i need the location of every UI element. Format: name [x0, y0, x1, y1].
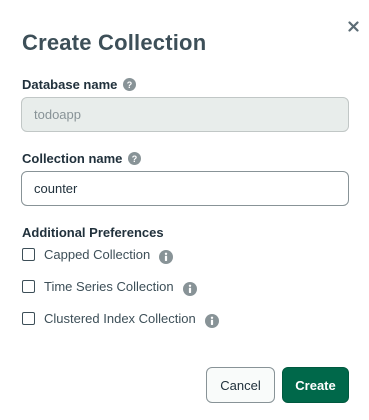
info-icon[interactable] [204, 313, 219, 328]
time-series-collection-label[interactable]: Time Series Collection [44, 279, 174, 294]
capped-collection-checkbox[interactable] [22, 248, 35, 261]
database-name-label: Database name [22, 77, 118, 92]
capped-collection-option[interactable]: Capped Collection [22, 247, 174, 264]
svg-text:?: ? [132, 154, 138, 164]
clustered-index-collection-checkbox[interactable] [22, 312, 35, 325]
help-icon[interactable]: ? [128, 152, 142, 165]
close-icon [347, 20, 359, 32]
collection-name-label-row: Collection name ? [22, 151, 142, 166]
help-icon[interactable]: ? [123, 78, 137, 91]
dialog-title: Create Collection [22, 30, 207, 55]
create-collection-dialog: Create Collection Database name ? Collec… [0, 0, 369, 420]
database-name-label-row: Database name ? [22, 77, 137, 92]
clustered-index-collection-label[interactable]: Clustered Index Collection [44, 311, 196, 326]
capped-collection-label[interactable]: Capped Collection [44, 247, 150, 262]
info-icon[interactable] [182, 281, 197, 296]
collection-name-input[interactable] [21, 171, 349, 206]
additional-preferences-heading: Additional Preferences [22, 225, 164, 240]
create-button[interactable]: Create [282, 367, 349, 403]
cancel-button[interactable]: Cancel [206, 367, 275, 403]
info-icon[interactable] [159, 249, 174, 264]
clustered-index-collection-option[interactable]: Clustered Index Collection [22, 311, 219, 328]
close-button[interactable] [343, 16, 363, 36]
database-name-field [21, 97, 349, 132]
time-series-collection-option[interactable]: Time Series Collection [22, 279, 197, 296]
svg-text:?: ? [127, 80, 133, 90]
time-series-collection-checkbox[interactable] [22, 280, 35, 293]
collection-name-label: Collection name [22, 151, 123, 166]
